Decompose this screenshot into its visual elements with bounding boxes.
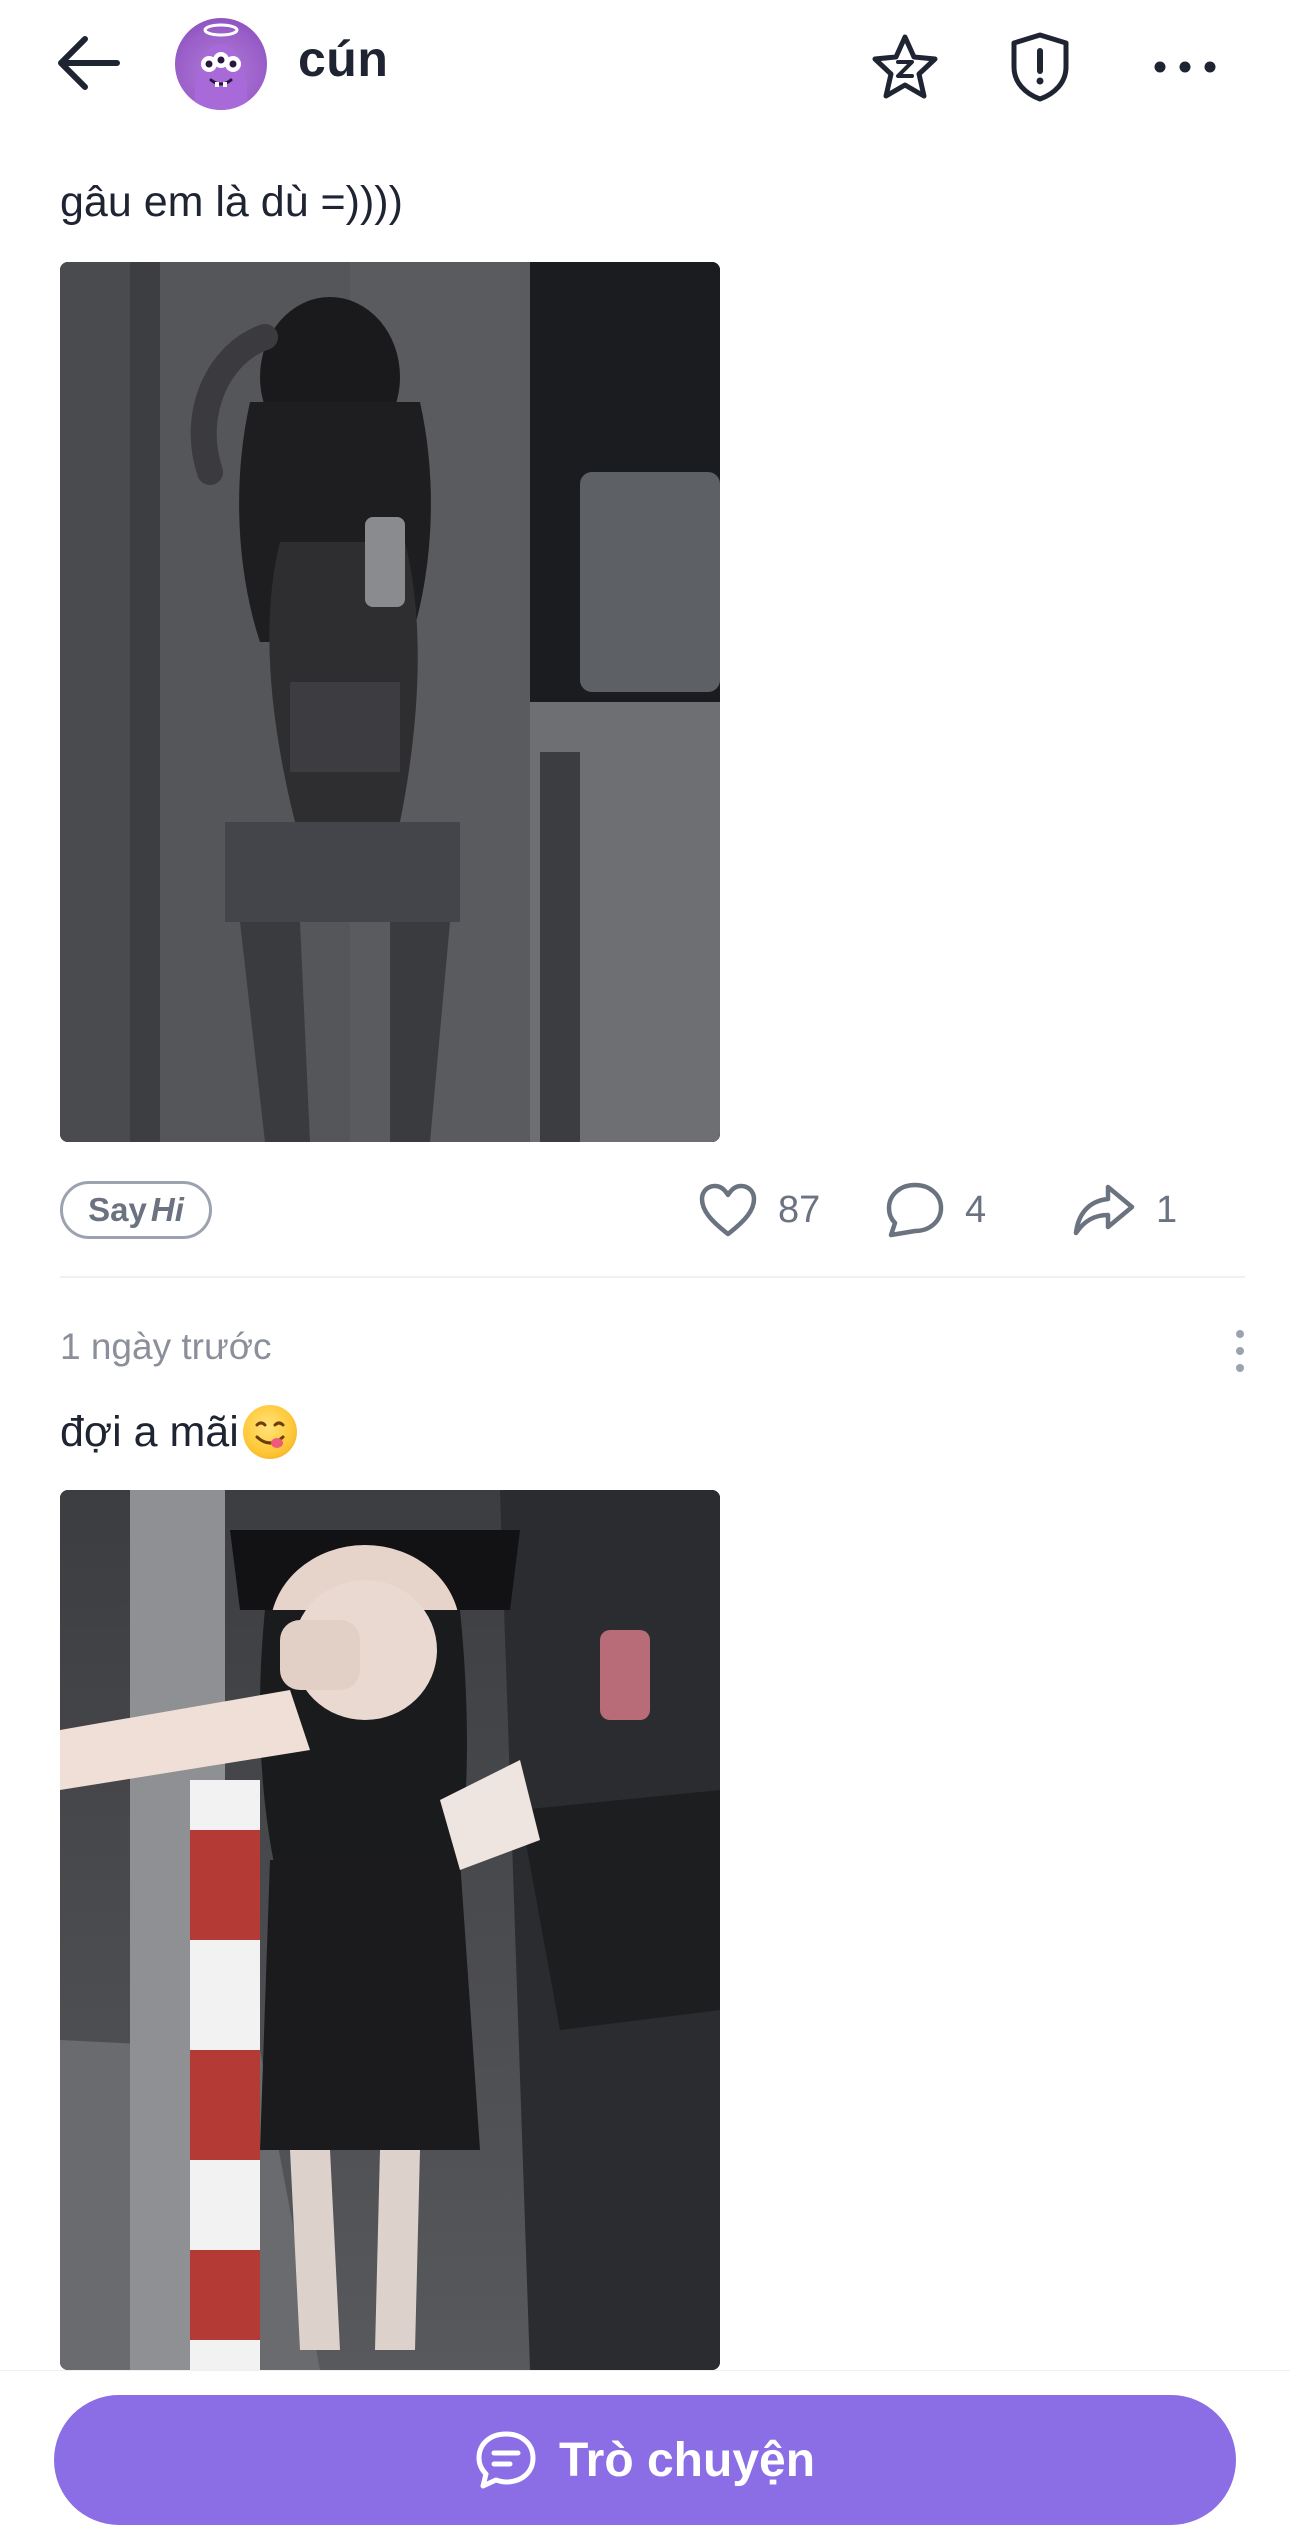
- username[interactable]: cún: [298, 30, 388, 88]
- mirror-selfie-photo: [60, 262, 720, 1142]
- more-vertical-icon: [1236, 1330, 1244, 1372]
- share-count: 1: [1156, 1188, 1178, 1231]
- like-button[interactable]: 87: [698, 1175, 820, 1245]
- more-options-button[interactable]: [1140, 22, 1230, 112]
- report-button[interactable]: [995, 22, 1085, 112]
- more-horizontal-icon: [1154, 61, 1216, 73]
- post-divider: [60, 1276, 1245, 1278]
- post-more-button[interactable]: [1225, 1326, 1255, 1376]
- post-photo[interactable]: [60, 1490, 720, 2370]
- arrow-left-icon: [58, 36, 120, 90]
- share-arrow-icon: [1073, 1184, 1135, 1236]
- like-count: 87: [778, 1188, 821, 1231]
- post-caption-text: đợi a mãi: [60, 1407, 239, 1456]
- share-button[interactable]: 1: [1072, 1175, 1177, 1245]
- shield-alert-icon: [1011, 32, 1069, 102]
- favorite-button[interactable]: [860, 22, 950, 112]
- post-photo[interactable]: [60, 262, 720, 1142]
- back-button[interactable]: [55, 28, 135, 98]
- comment-bubble-icon: [886, 1182, 944, 1238]
- heart-icon: [699, 1183, 757, 1237]
- face-savoring-food-emoji: [242, 1405, 297, 1459]
- star-icon: [872, 34, 938, 99]
- post-timestamp: 1 ngày trước: [60, 1326, 272, 1367]
- say-hi-label-say: Say: [88, 1191, 147, 1228]
- post-actions-bar: Say Hi 87 4 1: [0, 1175, 1290, 1245]
- post-caption: đợi a mãi: [60, 1405, 297, 1459]
- monster-avatar-icon: [194, 23, 248, 110]
- avatar[interactable]: [175, 18, 267, 110]
- bottom-action-bar: Trò chuyện: [0, 2370, 1290, 2546]
- comment-count: 4: [965, 1188, 987, 1231]
- street-night-photo: [60, 1490, 720, 2370]
- say-hi-button[interactable]: Say Hi: [60, 1181, 212, 1239]
- chat-button-label: Trò chuyện: [558, 2433, 816, 2487]
- chat-bubble-icon: [476, 2431, 536, 2489]
- post-caption: gâu em là dù =)))): [60, 178, 403, 226]
- profile-posts-page: cún gâu em là dù =)))) Say Hi 87 4 1 1 n…: [0, 0, 1290, 2546]
- chat-button[interactable]: Trò chuyện: [54, 2395, 1236, 2525]
- top-bar: cún: [0, 0, 1290, 130]
- comment-button[interactable]: 4: [885, 1175, 986, 1245]
- say-hi-label-hi: Hi: [150, 1191, 184, 1228]
